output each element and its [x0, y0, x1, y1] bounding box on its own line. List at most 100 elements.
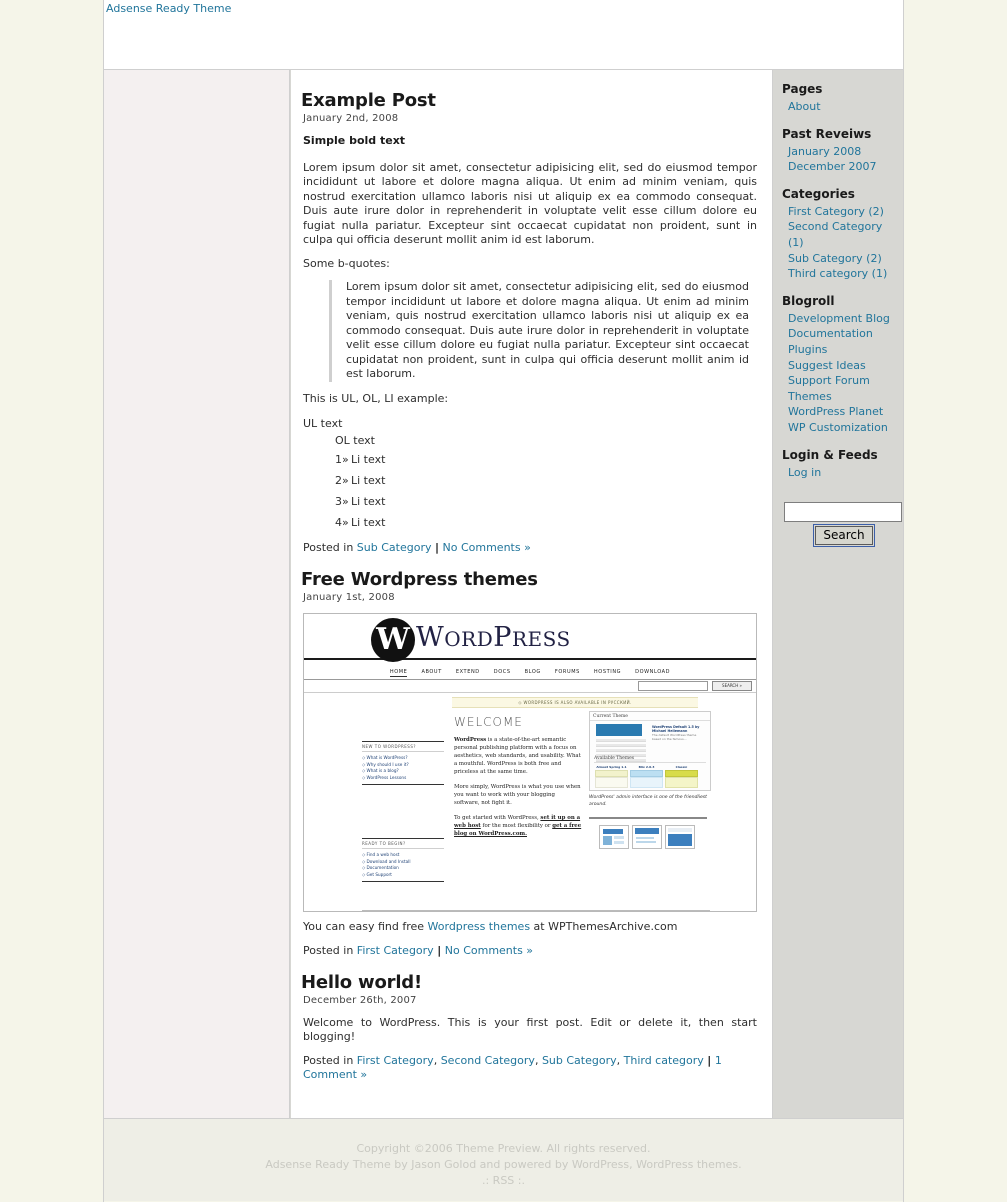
post-free-wordpress-themes: Free Wordpress themes January 1st, 2008 …: [301, 569, 757, 958]
wordmark-ress: RESS: [511, 627, 571, 651]
footer-credits-mid: and powered by: [476, 1158, 572, 1171]
wp-thumb-strip: [599, 825, 711, 852]
sidebar-item-sub-category[interactable]: Sub Category (2): [788, 252, 882, 265]
sidebar-list-meta: Log in: [780, 465, 897, 481]
meta-comma: ,: [433, 1053, 438, 1067]
post-paragraph: Lorem ipsum dolor sit amet, consectetur …: [303, 160, 757, 247]
category-link[interactable]: First Category: [357, 1054, 434, 1067]
wp-box-heading: NEW TO WORDPRESS?: [362, 741, 444, 752]
sidebar-item-support-forum[interactable]: Support Forum: [788, 374, 870, 387]
sidebar-item-third-category[interactable]: Third category (1): [788, 267, 887, 280]
list-item: Second Category (1): [788, 219, 897, 250]
wp-nav-docs[interactable]: DOCS: [494, 669, 511, 675]
wp-nav-home[interactable]: HOME: [389, 669, 408, 677]
comments-link[interactable]: No Comments »: [443, 541, 531, 554]
wp-admin-available-label: Available Themes: [594, 756, 706, 763]
sidebar-item-december-2007[interactable]: December 2007: [788, 160, 877, 173]
list-item-label: Li text: [351, 474, 386, 487]
search-form: Search: [784, 502, 902, 548]
wp-nav-forums[interactable]: FORUMS: [555, 669, 580, 675]
post-meta: Posted in First Category, Second Categor…: [303, 1054, 757, 1082]
post-title[interactable]: Free Wordpress themes: [301, 569, 757, 590]
footer-credits: Adsense Ready Theme by Jason Golod and p…: [104, 1157, 903, 1173]
wp-admin-theme-desc: The default WordPress theme based on the…: [652, 733, 697, 741]
page-wrapper: Adsense Ready Theme Example Post January…: [103, 0, 904, 1202]
wp-body: ◇ WORDPRESS IS ALSO AVAILABLE IN РУССКИЙ…: [304, 693, 756, 911]
sidebar-item-plugins[interactable]: Plugins: [788, 343, 827, 356]
list-item: Documentation: [788, 326, 897, 342]
post-meta: Posted in First Category | No Comments »: [303, 944, 757, 958]
ol-item: OL text: [335, 434, 375, 447]
footer-wordpress-link[interactable]: WordPress: [572, 1158, 629, 1171]
sidebar-item-second-category[interactable]: Second Category (1): [788, 220, 882, 249]
wp-admin-caption: WordPress' admin interface is one of the…: [589, 795, 707, 807]
list-item: Themes: [788, 389, 897, 405]
sidebar-list-categories: First Category (2) Second Category (1) S…: [780, 204, 897, 282]
wp-paragraph-1-bold: WordPress: [454, 737, 487, 743]
wp-nav-hosting[interactable]: HOSTING: [594, 669, 621, 675]
wp-search-button[interactable]: SEARCH »: [712, 681, 752, 691]
sidebar-heading-blogroll: Blogroll: [782, 293, 835, 308]
wp-main-column: WELCOME WordPress is a state-of-the-art …: [454, 715, 582, 845]
sidebar-item-first-category[interactable]: First Category (2): [788, 205, 884, 218]
wordmark-w: W: [416, 622, 445, 653]
category-link[interactable]: Sub Category: [542, 1054, 617, 1067]
wp-paragraph-1: WordPress is a state-of-the-art semantic…: [454, 736, 582, 776]
meta-comma: ,: [616, 1053, 621, 1067]
meta-separator: |: [707, 1053, 712, 1067]
list-marker: 2»: [335, 474, 349, 487]
wp-nav-extend[interactable]: EXTEND: [456, 669, 480, 675]
site-title-link[interactable]: Adsense Ready Theme: [106, 2, 231, 15]
wp-search-input[interactable]: [638, 681, 708, 691]
main-content: Example Post January 2nd, 2008 Simple bo…: [291, 70, 773, 1118]
list-item: 3» Li text: [335, 491, 757, 512]
wp-nav-about[interactable]: ABOUT: [421, 669, 441, 675]
post-title[interactable]: Example Post: [301, 90, 757, 111]
list-item: 2» Li text: [335, 470, 757, 491]
sidebar-item-january-2008[interactable]: January 2008: [788, 145, 861, 158]
list-item: January 2008: [788, 144, 897, 160]
sidebar-item-wordpress-planet[interactable]: WordPress Planet: [788, 405, 883, 418]
sidebar-item-documentation[interactable]: Documentation: [788, 327, 873, 340]
wp-box-heading: READY TO BEGIN?: [362, 838, 444, 849]
comments-link[interactable]: No Comments »: [445, 944, 533, 957]
category-link[interactable]: Second Category: [441, 1054, 535, 1067]
wp-link[interactable]: ◇ Get Support: [362, 872, 444, 879]
sidebar-item-wp-customization[interactable]: WP Customization: [788, 421, 888, 434]
category-link[interactable]: Sub Category: [357, 541, 432, 554]
wp-language-notice: ◇ WORDPRESS IS ALSO AVAILABLE IN РУССКИЙ…: [452, 697, 698, 708]
list-item-label: Li text: [351, 453, 386, 466]
post-title[interactable]: Hello world!: [301, 972, 757, 993]
footer-theme-author-link[interactable]: Adsense Ready Theme by Jason Golod: [265, 1158, 476, 1171]
list-marker: 1»: [335, 453, 349, 466]
footer-wp-themes-link[interactable]: WordPress themes: [636, 1158, 738, 1171]
list-intro: This is UL, OL, LI example:: [303, 391, 449, 405]
list-item: Plugins: [788, 342, 897, 358]
posted-in-label: Posted in: [303, 943, 354, 957]
wp-link-list: ◇ Find a web host ◇ Download and Install…: [362, 852, 444, 882]
wp-nav-blog[interactable]: BLOG: [525, 669, 541, 675]
sidebar-item-suggest-ideas[interactable]: Suggest Ideas: [788, 359, 866, 372]
search-input[interactable]: [784, 502, 902, 523]
search-button[interactable]: Search: [813, 524, 875, 548]
footer-rss: .: RSS :.: [104, 1173, 903, 1189]
sidebar-item-log-in[interactable]: Log in: [788, 466, 821, 479]
wp-left-box-new: NEW TO WORDPRESS? ◇ What is WordPress? ◇…: [362, 741, 444, 785]
wp-paragraph-3: To get started with WordPress, set it up…: [454, 814, 582, 838]
wp-link[interactable]: ◇ WordPress Lessons: [362, 775, 444, 782]
list-item: Support Forum: [788, 373, 897, 389]
category-link[interactable]: First Category: [357, 944, 434, 957]
sidebar-item-development-blog[interactable]: Development Blog: [788, 312, 890, 325]
wp-nav-download[interactable]: DOWNLOAD: [635, 669, 670, 675]
category-link[interactable]: Third category: [624, 1054, 704, 1067]
site-footer: Copyright ©2006 Theme Preview. All right…: [104, 1118, 903, 1201]
wp-admin-theme-preview: [596, 724, 642, 736]
wp-paragraph-2: More simply, WordPress is what you use w…: [454, 784, 581, 806]
sidebar-item-about[interactable]: About: [788, 100, 821, 113]
sidebar-item-themes[interactable]: Themes: [788, 390, 832, 403]
list-block: UL text OL text 1» Li text 2» Li text 3» Li…: [303, 415, 757, 533]
wp-logo-bar: W WORDPRESS: [304, 614, 756, 662]
posted-in-label: Posted in: [303, 1053, 354, 1067]
footer-rss-link[interactable]: .: RSS :.: [482, 1174, 525, 1187]
wordpress-themes-link[interactable]: Wordpress themes: [428, 920, 531, 933]
